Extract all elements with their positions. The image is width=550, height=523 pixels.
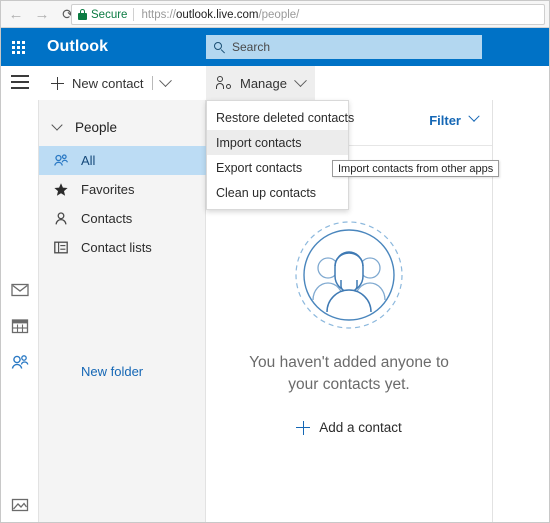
empty-state-line2: your contacts yet. (288, 376, 410, 393)
outlook-header: Outlook Search (1, 28, 549, 66)
sidebar-item-label: Contact lists (81, 240, 152, 255)
chevron-down-icon (51, 119, 63, 131)
plus-icon (51, 76, 64, 90)
sidebar-group-label: People (75, 119, 118, 135)
plus-icon (296, 420, 311, 435)
star-icon (53, 182, 69, 197)
menu-item-clean-up-contacts[interactable]: Clean up contacts (207, 180, 348, 205)
menu-item-restore-deleted-contacts[interactable]: Restore deleted contacts (207, 105, 354, 130)
sidebar-item-favorites[interactable]: Favorites (39, 175, 206, 204)
menu-item-import-contacts[interactable]: Import contacts (207, 130, 348, 155)
people-icon (53, 153, 69, 168)
manage-people-icon (216, 76, 232, 90)
rail-item-calendar[interactable] (10, 317, 30, 335)
menu-item-label: Export contacts (216, 160, 303, 175)
search-input[interactable]: Search (206, 35, 482, 59)
sidebar-group-people[interactable]: People (39, 112, 206, 142)
new-folder-link[interactable]: New folder (39, 358, 206, 384)
brand-title: Outlook (47, 38, 109, 55)
folder-sidebar: People All Favorites Contacts Contact li… (39, 100, 206, 522)
search-placeholder: Search (232, 40, 271, 54)
secure-label: Secure (91, 8, 128, 21)
address-bar-url: https://outlook.live.com/people/ (141, 9, 299, 21)
back-icon[interactable]: ← (5, 3, 27, 25)
sidebar-item-contact-lists[interactable]: Contact lists (39, 233, 206, 262)
chevron-down-icon[interactable] (158, 73, 172, 87)
command-toolbar: New contact Manage (1, 66, 549, 101)
app-launcher-icon[interactable] (12, 39, 28, 55)
contact-list-icon (53, 240, 69, 255)
manage-button[interactable]: Manage (206, 66, 315, 100)
url-path: /people/ (258, 8, 300, 21)
rail-item-mail[interactable] (10, 281, 30, 299)
people-icon (11, 355, 29, 369)
add-contact-button[interactable]: Add a contact (296, 420, 402, 435)
browser-toolbar: ← → ⟳ Secure https://outlook.live.com/pe… (1, 1, 549, 28)
rail-item-people[interactable] (10, 353, 30, 371)
url-host: outlook.live.com (175, 8, 259, 21)
forward-icon[interactable]: → (31, 3, 53, 25)
sidebar-item-contacts[interactable]: Contacts (39, 204, 206, 233)
app-rail (1, 100, 39, 522)
mail-icon (11, 283, 29, 297)
search-icon (214, 41, 225, 53)
tooltip: Import contacts from other apps (332, 160, 500, 177)
button-divider (151, 76, 153, 90)
new-contact-label: New contact (72, 75, 144, 91)
new-contact-button[interactable]: New contact (41, 66, 180, 100)
empty-state-line1: You haven't added anyone to (249, 354, 449, 371)
hamburger-icon[interactable] (11, 75, 29, 89)
menu-item-label: Restore deleted contacts (216, 110, 355, 125)
menu-item-export-contacts[interactable]: Export contacts (207, 155, 348, 180)
sidebar-item-label: Contacts (81, 211, 133, 226)
chevron-down-icon (468, 110, 480, 122)
add-contact-label: Add a contact (319, 420, 402, 435)
manage-dropdown-menu: Restore deleted contacts Import contacts… (206, 100, 354, 210)
menu-item-label: Clean up contacts (216, 185, 317, 200)
sidebar-item-label: All (81, 153, 96, 168)
lock-icon (78, 9, 87, 20)
manage-label: Manage (240, 75, 287, 91)
sidebar-item-all[interactable]: All (39, 146, 206, 175)
address-bar[interactable]: Secure https://outlook.live.com/people/ (71, 4, 545, 25)
menu-item-label: Import contacts (216, 135, 302, 150)
url-scheme: https:// (141, 8, 176, 21)
calendar-icon (11, 319, 29, 334)
empty-state: You haven't added anyone to your contact… (206, 220, 492, 438)
browser-window: ← → ⟳ Secure https://outlook.live.com/pe… (0, 0, 550, 523)
photos-icon (11, 498, 29, 512)
rail-item-files[interactable] (10, 496, 30, 514)
filter-button[interactable]: Filter (429, 110, 480, 128)
filter-label: Filter (429, 113, 461, 128)
chevron-down-icon[interactable] (294, 73, 307, 87)
people-circle-illustration (295, 221, 403, 329)
reading-pane (493, 100, 549, 522)
empty-state-text: You haven't added anyone to your contact… (206, 352, 492, 396)
sidebar-item-label: Favorites (81, 182, 135, 197)
omnibox-divider (133, 8, 135, 21)
person-icon (53, 211, 69, 226)
